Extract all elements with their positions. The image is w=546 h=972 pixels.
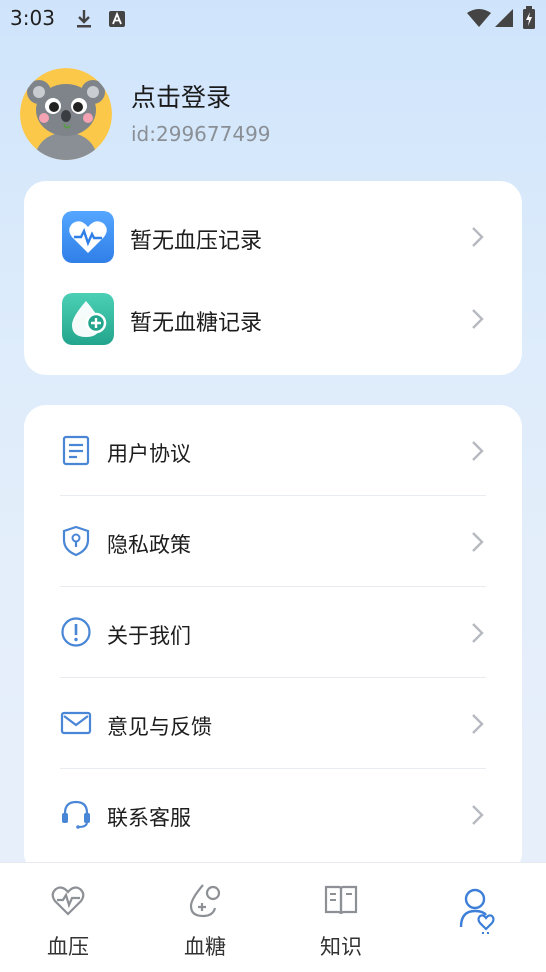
menu-item-contact-service[interactable]: 联系客服 [24,769,522,860]
wifi-icon [467,9,491,27]
tab-knowledge[interactable]: 知识 [273,863,409,972]
records-card: 暂无血压记录 暂无血糖记录 [24,181,522,375]
chevron-right-icon [472,227,484,247]
chevron-right-icon [472,714,484,734]
menu-item-about-us[interactable]: 关于我们 [24,587,522,678]
record-label: 暂无血糖记录 [130,311,263,336]
koala-avatar-image [20,68,112,160]
profile-icon [459,888,495,934]
bottom-tab-bar: 血压 血糖 知识 [0,862,546,972]
blood-pressure-record-row[interactable]: 暂无血压记录 [24,197,522,277]
avatar[interactable] [20,68,112,160]
user-id: id:299677499 [131,122,271,146]
record-label: 暂无血压记录 [130,229,263,254]
blood-pressure-icon [51,886,85,916]
chevron-right-icon [472,805,484,825]
blood-sugar-record-row[interactable]: 暂无血糖记录 [24,279,522,359]
chevron-right-icon [472,309,484,329]
headset-icon [62,800,90,829]
a-icon [109,11,125,27]
chevron-right-icon [472,532,484,552]
settings-menu-card: 用户协议 隐私政策 关于我们 意见与反馈 联系客服 [24,405,522,875]
download-icon [77,10,91,28]
menu-item-user-agreement[interactable]: 用户协议 [24,405,522,496]
menu-label: 联系客服 [107,806,191,830]
menu-item-feedback[interactable]: 意见与反馈 [24,678,522,769]
mail-icon [60,711,92,735]
tab-blood-pressure[interactable]: 血压 [0,863,136,972]
info-icon [61,617,91,647]
menu-label: 隐私政策 [107,533,191,557]
tab-label: 血压 [47,935,89,959]
blood-sugar-icon [189,884,221,918]
battery-icon [523,6,535,29]
tab-profile[interactable] [410,863,546,972]
menu-label: 用户协议 [107,442,191,466]
signal-icon [495,9,513,27]
tab-label: 血糖 [184,935,226,959]
heart-pulse-icon [62,211,114,263]
book-icon [324,885,358,915]
document-icon [62,435,90,466]
blood-drop-icon [62,293,114,345]
menu-label: 意见与反馈 [107,715,212,739]
status-time: 3:03 [10,6,55,30]
shield-icon [62,525,90,557]
menu-label: 关于我们 [107,624,191,648]
menu-item-privacy-policy[interactable]: 隐私政策 [24,496,522,587]
chevron-right-icon [472,623,484,643]
tab-label: 知识 [320,935,362,959]
status-bar: 3:03 [0,0,546,40]
tab-blood-sugar[interactable]: 血糖 [137,863,273,972]
login-prompt[interactable]: 点击登录 [131,78,231,114]
chevron-right-icon [472,441,484,461]
